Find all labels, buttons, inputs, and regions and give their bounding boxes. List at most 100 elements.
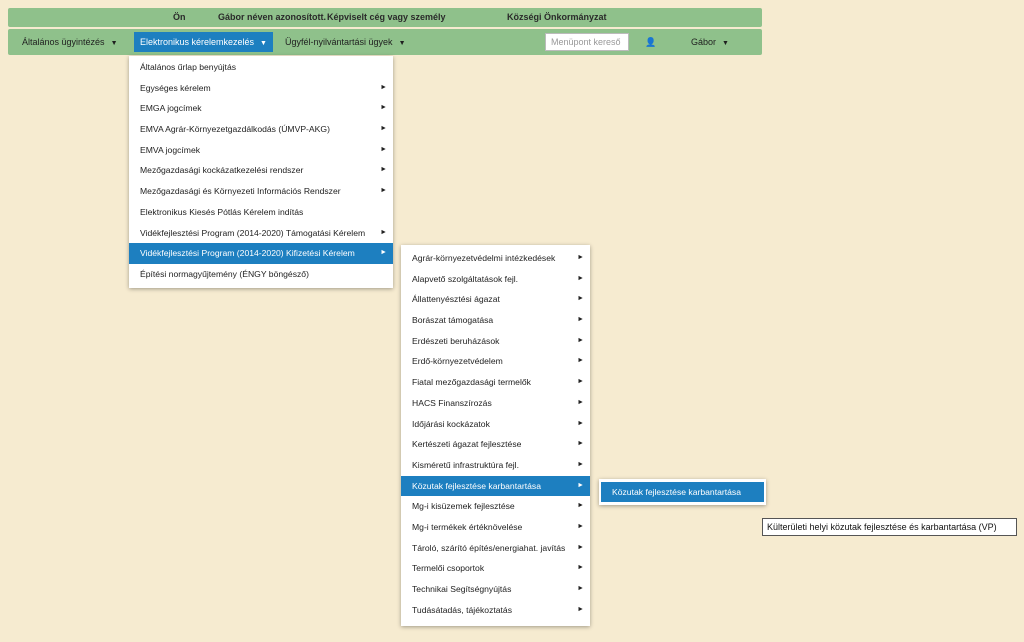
identity-text: Gábor néven azonosított. <box>218 12 327 22</box>
menu-item-label: Erdő-környezetvédelem <box>412 356 503 367</box>
menu-item[interactable]: EMVA Agrár-Környezetgazdálkodás (ÚMVP-AK… <box>129 119 393 140</box>
menu-item-label: Kertészeti ágazat fejlesztése <box>412 439 522 450</box>
chevron-right-icon: ► <box>577 274 584 282</box>
info-bar: Ön Gábor néven azonosított. Képviselt cé… <box>8 8 762 27</box>
menu-item[interactable]: Technikai Segítségnyújtás ► <box>401 579 590 600</box>
chevron-right-icon: ► <box>577 502 584 510</box>
menu-item[interactable]: Termelői csoportok ► <box>401 558 590 579</box>
menu-item-label: Mg-i kisüzemek fejlesztése <box>412 501 515 512</box>
menu-item[interactable]: Erdő-környezetvédelem ► <box>401 351 590 372</box>
user-menu[interactable]: Gábor ▼ <box>691 29 729 55</box>
menu-item[interactable]: Agrár-környezetvédelmi intézkedések ► <box>401 248 590 269</box>
menu-item-label: Borászat támogatása <box>412 315 494 326</box>
menu-item-label: Vidékfejlesztési Program (2014-2020) Kif… <box>140 248 355 259</box>
menu-item[interactable]: Építési normagyűjtemény (ÉNGY böngésző) <box>129 264 393 285</box>
menu-item[interactable]: Erdészeti beruházások ► <box>401 331 590 352</box>
menu-item-label: Állattenyésztési ágazat <box>412 294 500 305</box>
chevron-right-icon: ► <box>380 228 387 236</box>
chevron-down-icon: ▼ <box>722 40 729 47</box>
chevron-right-icon: ► <box>577 357 584 365</box>
menu-item[interactable]: Egységes kérelem ► <box>129 78 393 99</box>
menu-item-label: Időjárási kockázatok <box>412 418 490 429</box>
menu-item-label: Fiatal mezőgazdasági termelők <box>412 377 531 388</box>
menu-item[interactable]: Tároló, szárító építés/energiahat. javít… <box>401 538 590 559</box>
menu-item[interactable]: Elektronikus Kiesés Pótlás Kérelem indít… <box>129 202 393 223</box>
menu-item-label: Közutak fejlesztése karbantartása <box>412 480 541 491</box>
nav-client-registry[interactable]: Ügyfél-nyilvántartási ügyek ▼ <box>285 29 406 55</box>
chevron-right-icon: ► <box>380 187 387 195</box>
menu-item[interactable]: Mg-i termékek értéknövelése ► <box>401 517 590 538</box>
menu-item[interactable]: Mezőgazdasági és Környezeti Információs … <box>129 181 393 202</box>
tooltip: Külterületi helyi közutak fejlesztése és… <box>762 518 1017 536</box>
menu-item[interactable]: Kisméretű infrastruktúra fejl. ► <box>401 455 590 476</box>
chevron-right-icon: ► <box>577 316 584 324</box>
payment-request-submenu: Agrár-környezetvédelmi intézkedések ► Alap… <box>401 245 590 626</box>
menu-item[interactable]: Alapvető szolgáltatások fejl. ► <box>401 269 590 290</box>
chevron-right-icon: ► <box>577 254 584 261</box>
you-label: Ön <box>173 12 186 22</box>
menu-item-label: Mezőgazdasági és Környezeti Információs … <box>140 186 341 197</box>
chevron-right-icon: ► <box>577 585 584 592</box>
chevron-right-icon: ► <box>577 440 584 448</box>
menu-item[interactable]: Tudásátadás, tájékoztatás ► <box>401 600 590 621</box>
main-navbar: Általános ügyintézés ▼ Elektronikus kérel… <box>8 29 762 55</box>
menu-item[interactable]: Kertészeti ágazat fejlesztése ► <box>401 434 590 455</box>
chevron-right-icon: ► <box>577 419 584 427</box>
chevron-right-icon: ► <box>577 378 584 386</box>
menu-item[interactable]: HACS Finanszírozás ► <box>401 393 590 414</box>
chevron-right-icon: ► <box>577 605 584 613</box>
menu-item-label: Termelői csoportok <box>412 563 485 574</box>
chevron-right-icon: ► <box>380 125 387 133</box>
menu-item-label: Technikai Segítségnyújtás <box>412 584 512 594</box>
menu-item-label: Elektronikus Kiesés Pótlás Kérelem indít… <box>140 206 304 217</box>
nav-electronic-label: Elektronikus kérelemkezelés <box>140 37 255 47</box>
menu-item-label: HACS Finanszírozás <box>412 397 492 408</box>
menu-item-label: Kisméretű infrastruktúra fejl. <box>412 459 519 470</box>
menu-item[interactable]: Mezőgazdasági kockázatkezelési rendszer ► <box>129 160 393 181</box>
menu-item-label: Tudásátadás, tájékoztatás <box>412 604 513 615</box>
menu-item-label: Építési normagyűjtemény (ÉNGY böngésző) <box>140 268 309 279</box>
chevron-right-icon: ► <box>577 295 584 303</box>
menu-item[interactable]: Mg-i kisüzemek fejlesztése ► <box>401 496 590 517</box>
chevron-right-icon: ► <box>577 564 584 572</box>
menu-item[interactable]: EMGA jogcímek ► <box>129 98 393 119</box>
chevron-right-icon: ► <box>577 460 584 468</box>
chevron-down-icon: ▼ <box>110 40 118 47</box>
nav-general[interactable]: Általános ügyintézés ▼ <box>22 29 118 55</box>
chevron-right-icon: ► <box>380 83 387 91</box>
menu-item-label: Mezőgazdasági kockázatkezelési rendszer <box>140 165 304 176</box>
chevron-right-icon: ► <box>577 398 584 406</box>
menu-item-label: Tároló, szárító építés/energiahat. javít… <box>412 542 566 553</box>
menu-item[interactable]: Fiatal mezőgazdasági termelők ► <box>401 372 590 393</box>
chevron-right-icon: ► <box>577 522 584 530</box>
nav-general-label: Általános ügyintézés <box>22 37 105 47</box>
represented-value: Községi Önkormányzat <box>507 12 607 22</box>
chevron-right-icon: ► <box>380 145 387 153</box>
user-name: Gábor <box>691 37 717 47</box>
menu-item[interactable]: Állattenyésztési ágazat ► <box>401 289 590 310</box>
menu-item-label: Agrár-környezetvédelmi intézkedések <box>412 253 556 263</box>
roads-submenu: Közutak fejlesztése karbantartása <box>599 479 766 505</box>
menu-item[interactable]: EMVA jogcímek ► <box>129 140 393 161</box>
chevron-right-icon: ► <box>577 336 584 344</box>
menu-item-label: EMVA jogcímek <box>140 144 201 155</box>
menu-item-label: Alapvető szolgáltatások fejl. <box>412 273 519 284</box>
menu-item-label: EMVA Agrár-Környezetgazdálkodás (ÚMVP-AK… <box>140 124 330 135</box>
electronic-requests-menu: Általános űrlap benyújtás Egységes kérele… <box>129 56 393 288</box>
menu-item-label: Vidékfejlesztési Program (2014-2020) Tám… <box>140 227 366 238</box>
menu-search-input[interactable] <box>545 33 629 51</box>
nav-electronic-requests[interactable]: Elektronikus kérelemkezelés ▼ <box>134 32 273 52</box>
menu-item[interactable]: Vidékfejlesztési Program (2014-2020) Kif… <box>129 243 393 264</box>
menu-item[interactable]: Időjárási kockázatok ► <box>401 414 590 435</box>
nav-client-label: Ügyfél-nyilvántartási ügyek <box>285 37 393 47</box>
represented-label: Képviselt cég vagy személy <box>327 12 446 22</box>
menu-item[interactable]: Általános űrlap benyújtás <box>129 57 393 78</box>
menu-item[interactable]: Borászat támogatása ► <box>401 310 590 331</box>
menu-item-label: Mg-i termékek értéknövelése <box>412 521 523 532</box>
user-icon[interactable]: 👤 <box>645 37 656 48</box>
menu-item[interactable]: Közutak fejlesztése karbantartása <box>601 482 764 502</box>
chevron-down-icon: ▼ <box>398 40 406 47</box>
menu-item[interactable]: Közutak fejlesztése karbantartása ► <box>401 475 590 497</box>
chevron-down-icon: ▼ <box>260 40 267 47</box>
menu-item[interactable]: Vidékfejlesztési Program (2014-2020) Tám… <box>129 223 393 244</box>
